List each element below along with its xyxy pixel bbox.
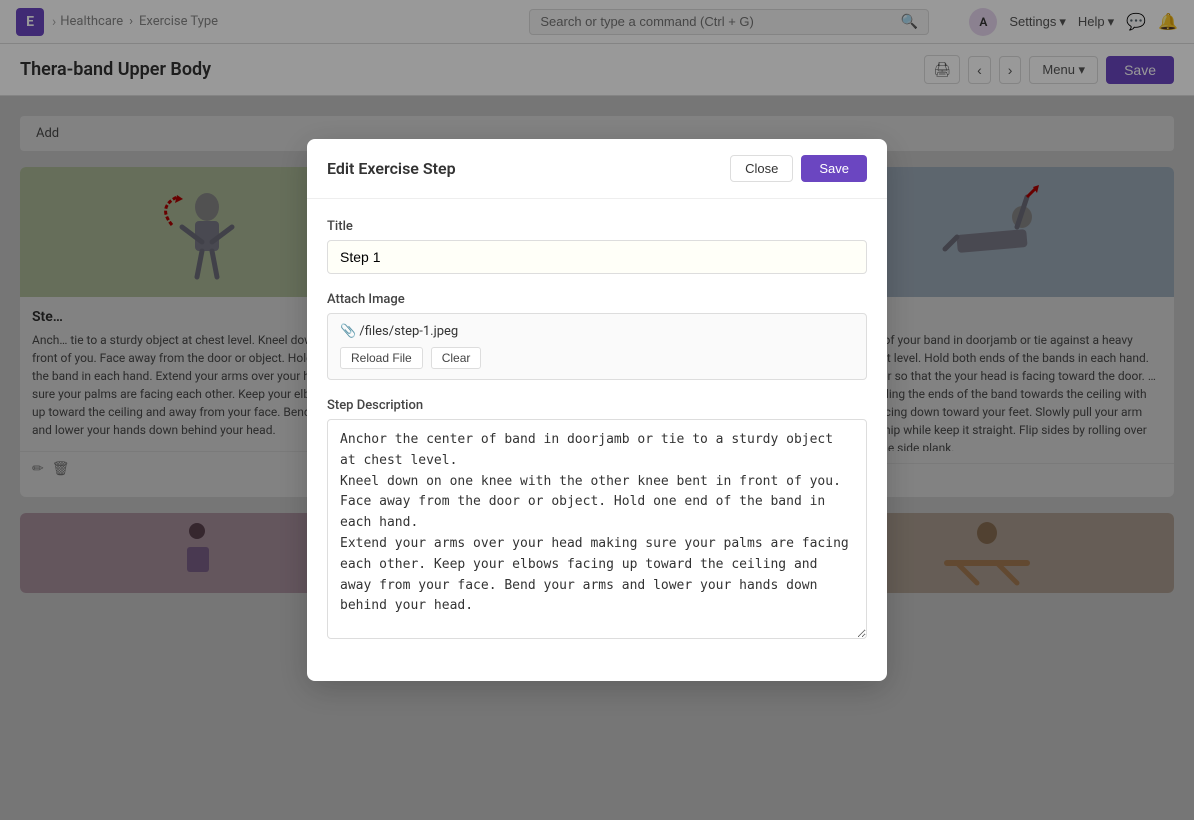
modal-save-button[interactable]: Save: [801, 155, 867, 182]
title-label: Title: [327, 219, 867, 234]
attach-image-form-group: Attach Image 📎 /files/step-1.jpeg Reload…: [327, 292, 867, 380]
attach-box: 📎 /files/step-1.jpeg Reload File Clear: [327, 313, 867, 380]
description-form-group: Step Description Anchor the center of ba…: [327, 398, 867, 643]
edit-exercise-step-modal: Edit Exercise Step Close Save Title Atta…: [307, 139, 887, 681]
modal-close-button[interactable]: Close: [730, 155, 793, 182]
attach-image-label: Attach Image: [327, 292, 867, 307]
description-label: Step Description: [327, 398, 867, 413]
modal-header-actions: Close Save: [730, 155, 867, 182]
attach-file-row: 📎 /files/step-1.jpeg: [340, 324, 854, 339]
modal-body: Title Attach Image 📎 /files/step-1.jpeg …: [307, 199, 887, 681]
clear-button[interactable]: Clear: [431, 347, 482, 369]
attach-actions: Reload File Clear: [340, 347, 854, 369]
modal-title: Edit Exercise Step: [327, 159, 456, 178]
attach-file-name: 📎 /files/step-1.jpeg: [340, 324, 458, 339]
modal-overlay[interactable]: Edit Exercise Step Close Save Title Atta…: [0, 0, 1194, 820]
reload-file-button[interactable]: Reload File: [340, 347, 423, 369]
title-input[interactable]: [327, 240, 867, 274]
title-form-group: Title: [327, 219, 867, 274]
modal-header: Edit Exercise Step Close Save: [307, 139, 887, 199]
description-textarea[interactable]: Anchor the center of band in doorjamb or…: [327, 419, 867, 639]
